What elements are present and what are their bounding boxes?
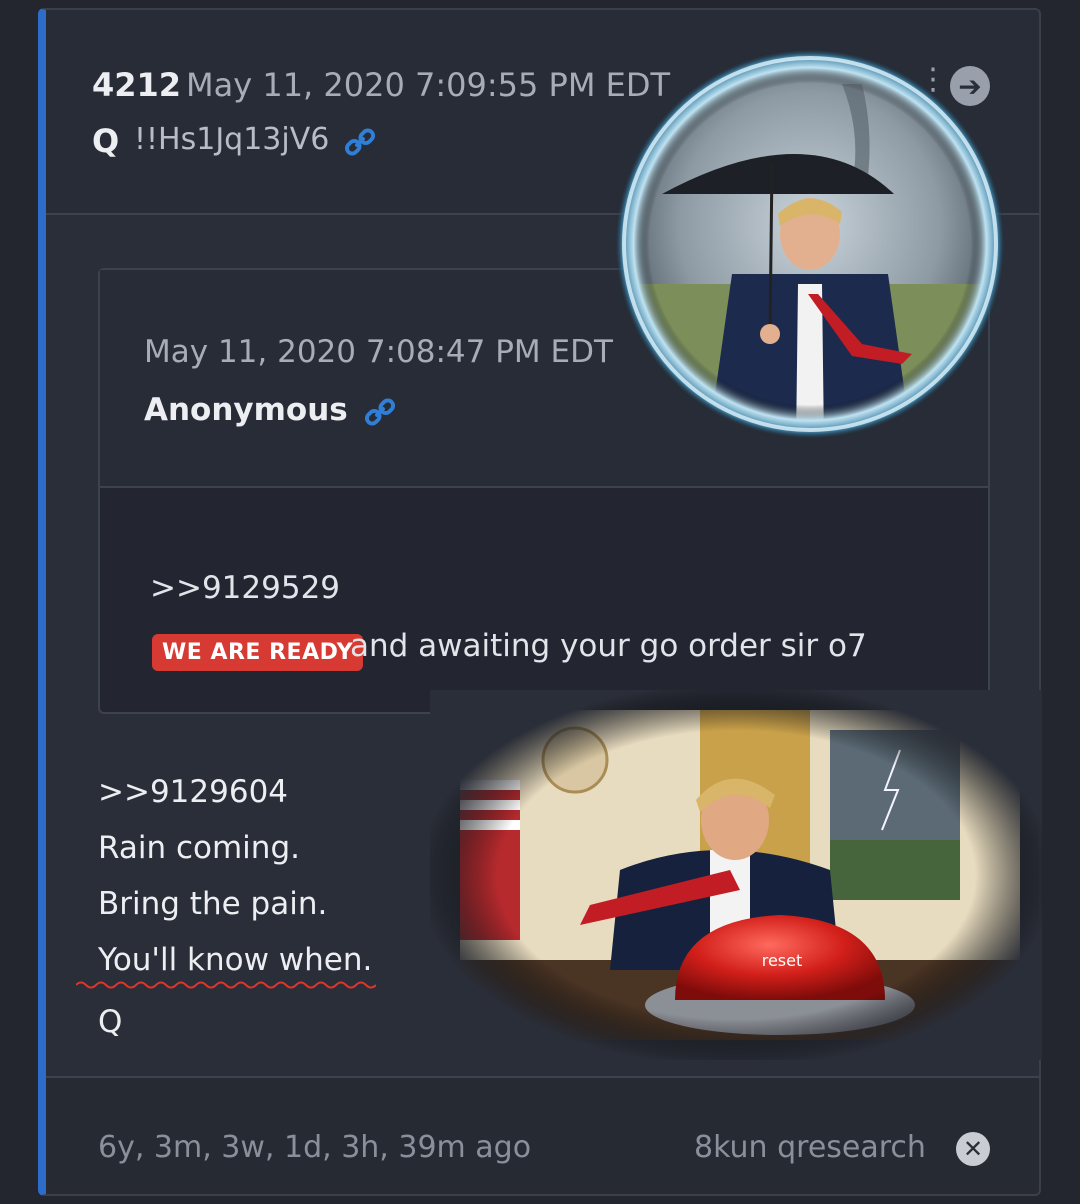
post-age: 6y, 3m, 3w, 1d, 3h, 39m ago bbox=[98, 1130, 532, 1165]
reply-line: You'll know when. bbox=[98, 942, 373, 978]
link-icon[interactable] bbox=[362, 394, 398, 430]
reply-signature: Q bbox=[98, 1004, 123, 1040]
quoted-post-reference[interactable]: >>9129529 bbox=[150, 570, 340, 606]
we-are-ready-badge: WE ARE READY bbox=[152, 634, 364, 671]
quoted-post-author: Anonymous bbox=[144, 392, 348, 428]
close-icon[interactable]: ✕ bbox=[956, 1132, 990, 1166]
reply-line: Bring the pain. bbox=[98, 886, 328, 922]
post-footer: 6y, 3m, 3w, 1d, 3h, 39m ago 8kun qresear… bbox=[46, 1076, 1039, 1194]
spellcheck-underline bbox=[76, 981, 376, 989]
reset-button-office-image: reset bbox=[430, 690, 1042, 1060]
reply-line: Rain coming. bbox=[98, 830, 300, 866]
quoted-post-body: and awaiting your go order sir o7 bbox=[350, 628, 867, 664]
tripcode: !!Hs1Jq13jV6 bbox=[134, 122, 330, 157]
quoted-post-date: May 11, 2020 7:08:47 PM EDT bbox=[144, 334, 613, 370]
storm-umbrella-image bbox=[614, 48, 1006, 440]
link-icon[interactable] bbox=[342, 124, 378, 160]
post-number[interactable]: 4212 bbox=[92, 66, 181, 104]
post-date: May 11, 2020 7:09:55 PM EDT bbox=[186, 66, 671, 104]
post-author: Q bbox=[92, 122, 120, 160]
reply-reference[interactable]: >>9129604 bbox=[98, 774, 288, 810]
post-source[interactable]: 8kun qresearch bbox=[694, 1130, 926, 1165]
page: 4212 May 11, 2020 7:09:55 PM EDT Q !!Hs1… bbox=[0, 0, 1080, 1204]
